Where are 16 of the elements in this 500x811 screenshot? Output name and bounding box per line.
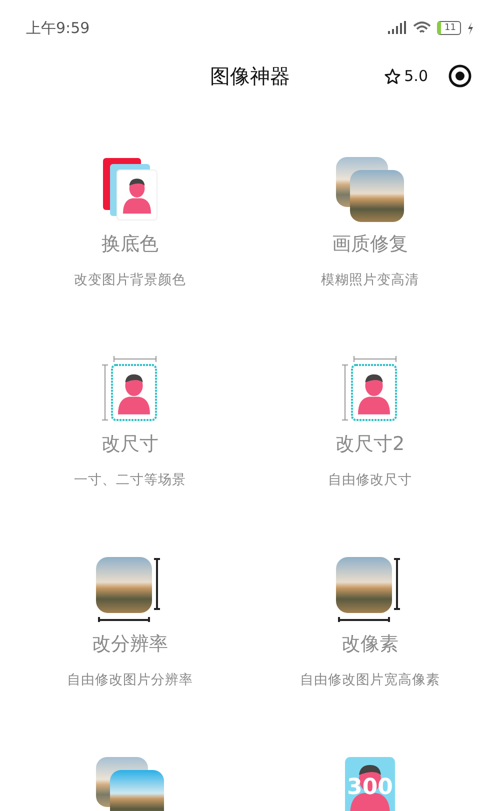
status-time: 上午9:59 <box>26 18 90 38</box>
tool-description: 一寸、二寸等场景 <box>74 471 186 490</box>
battery-indicator: 11 <box>436 21 461 35</box>
tool-description: 自由修改图片分辨率 <box>67 671 193 690</box>
tool-title[interactable]: 改尺寸2 <box>335 431 405 457</box>
tool-title[interactable]: 画质修复 <box>332 231 408 257</box>
tool-description: 自由修改尺寸 <box>328 471 412 490</box>
tool-description: 改变图片背景颜色 <box>74 271 186 290</box>
tool-title[interactable]: 换底色 <box>102 231 158 257</box>
tool-title[interactable]: 改尺寸 <box>102 431 158 457</box>
tool-description: 模糊照片变高清 <box>321 271 419 290</box>
rating-button[interactable]: 5.0 <box>384 67 428 85</box>
tool-title[interactable]: 改像素 <box>342 631 398 657</box>
tool-description: 自由修改图片宽高像素 <box>300 671 440 690</box>
page-title: 图像神器 <box>210 62 290 90</box>
tool-title[interactable]: 改分辨率 <box>92 631 168 657</box>
